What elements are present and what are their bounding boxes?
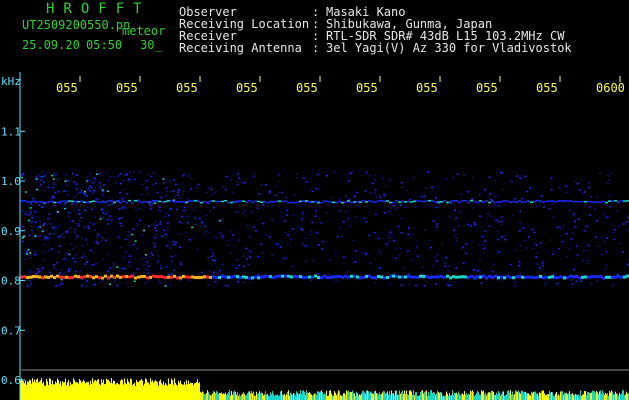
x-tick-label: 055 — [116, 81, 138, 95]
y-tick-label: 0.7 — [1, 324, 21, 337]
y-tick-label: 0.8 — [1, 275, 21, 288]
y-tick-label: 0.6 — [1, 374, 21, 387]
x-tick-label: 0600 — [596, 81, 625, 95]
x-tick-label: 055 — [536, 81, 558, 95]
y-tick-label: 1.1 — [1, 125, 21, 138]
x-tick-label: 055 — [476, 81, 498, 95]
signal-band — [20, 199, 629, 204]
y-tick-label: 1.0 — [1, 175, 21, 188]
x-tick-label: 055 — [56, 81, 78, 95]
x-tick-label: 055 — [416, 81, 438, 95]
x-tick-label: 055 — [176, 81, 198, 95]
x-tick-label: 055 — [296, 81, 318, 95]
spectrogram-chart: kHz 1.1 1.0 0.9 0.8 0.7 0.6 055 055 055 055 055 055 0… — [1, 72, 629, 400]
signal-level-trace — [20, 378, 629, 400]
y-axis-label: kHz — [1, 75, 21, 88]
y-tick-label: 0.9 — [1, 225, 21, 238]
x-tick-label: 055 — [236, 81, 258, 95]
x-tick-label: 055 — [356, 81, 378, 95]
